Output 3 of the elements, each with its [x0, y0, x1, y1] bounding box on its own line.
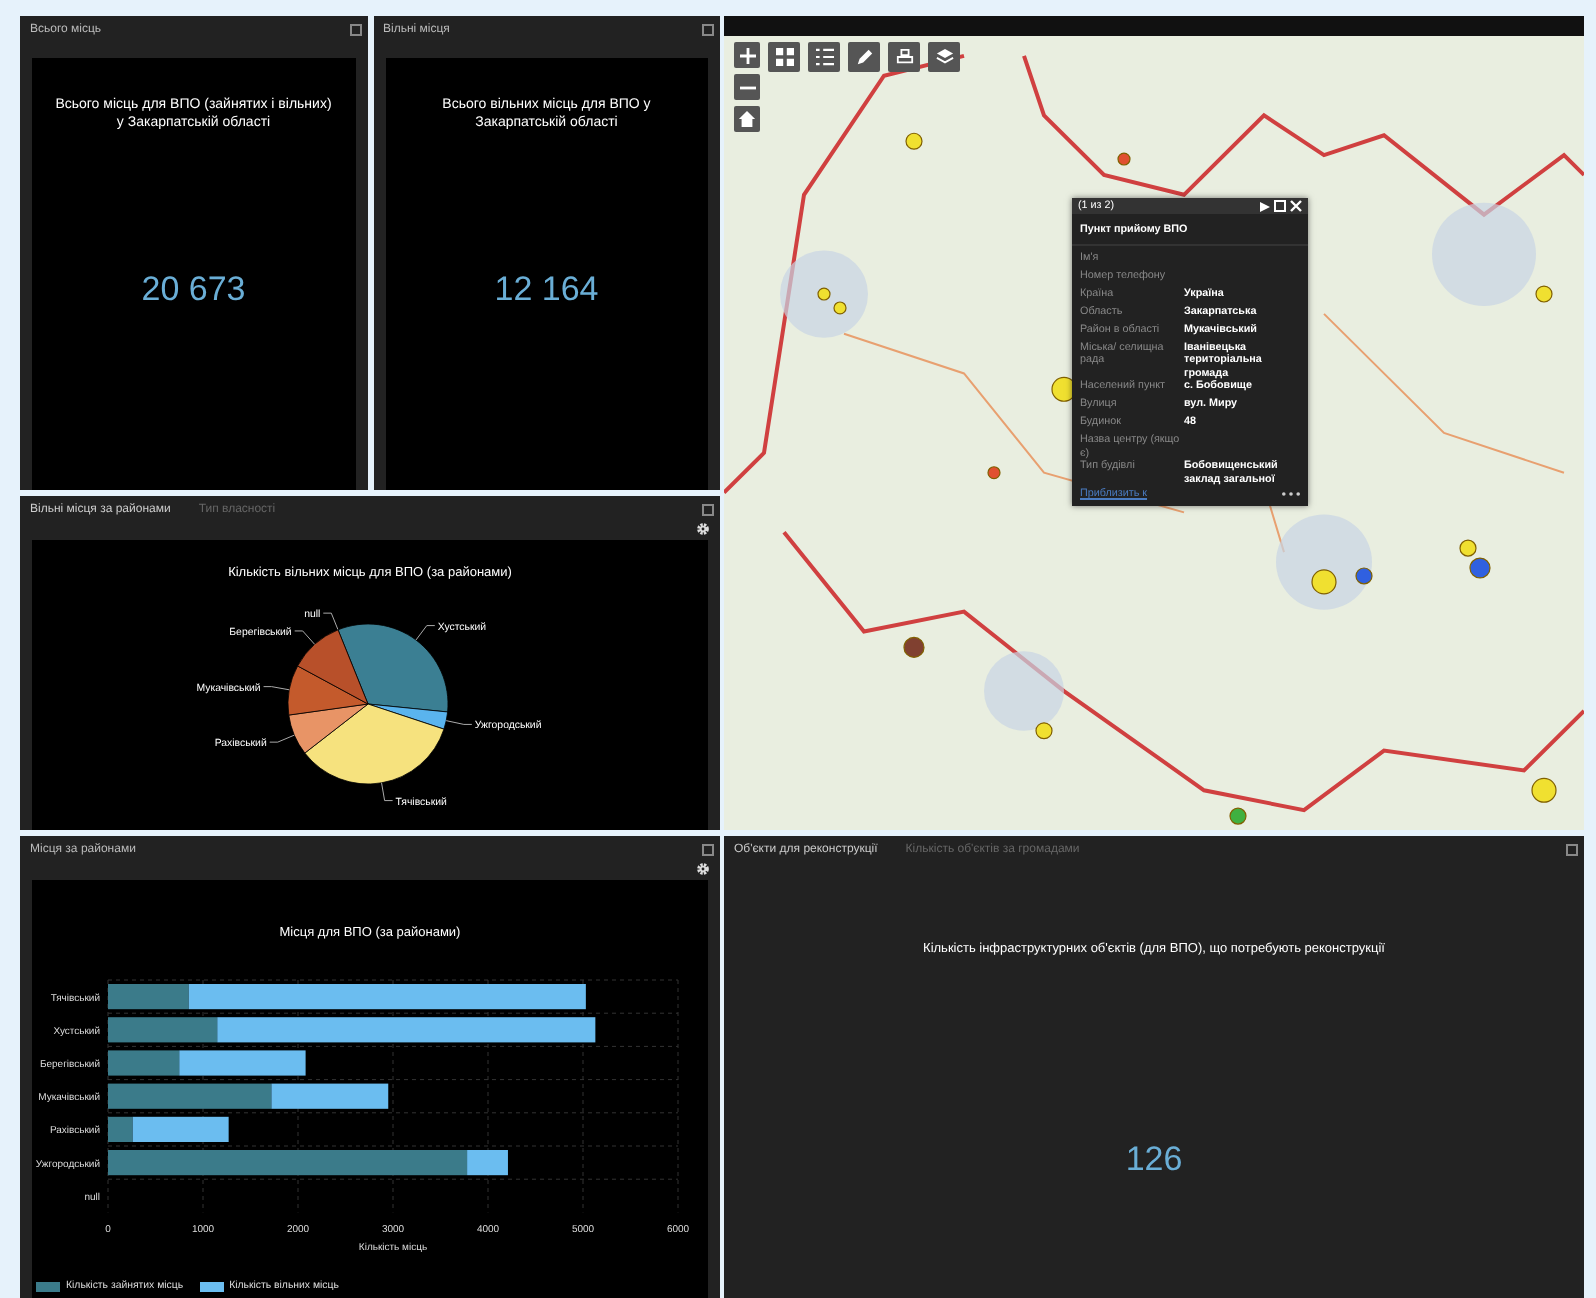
indicator-value: 12 164: [494, 269, 599, 309]
indicator-value: 20 673: [141, 269, 246, 309]
indicator-value: 126: [1125, 1140, 1183, 1180]
